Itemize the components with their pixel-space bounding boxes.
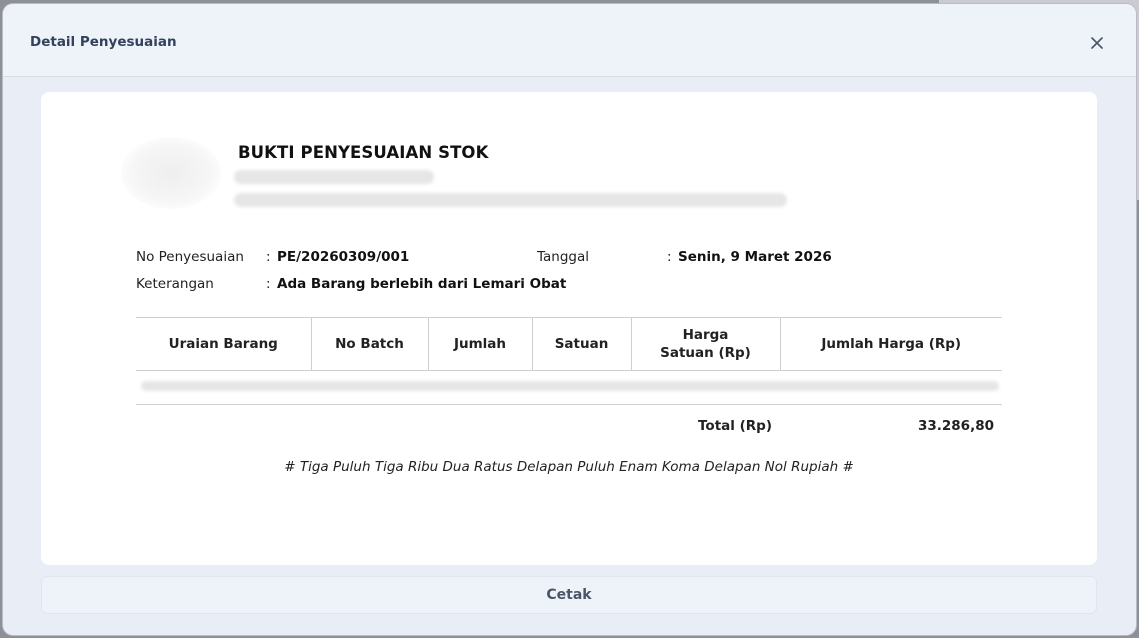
tanggal-value: Senin, 9 Maret 2026 <box>678 249 832 265</box>
no-penyesuaian-label: No Penyesuaian <box>136 249 244 265</box>
table-row <box>136 370 1002 405</box>
colon: : <box>266 249 271 265</box>
keterangan-label: Keterangan <box>136 276 214 292</box>
document-title: BUKTI PENYESUAIAN STOK <box>238 143 489 162</box>
total-row: Total (Rp) 33.286,80 <box>136 405 1002 447</box>
tanggal-label: Tanggal <box>537 249 590 265</box>
total-label: Total (Rp) <box>698 417 772 434</box>
header-no-batch: No Batch <box>311 317 429 371</box>
redacted-row-content <box>141 381 999 391</box>
header-harga-satuan: Harga Satuan (Rp) <box>631 317 781 371</box>
print-button[interactable]: Cetak <box>41 576 1097 614</box>
header-jumlah: Jumlah <box>428 317 533 371</box>
total-value: 33.286,80 <box>917 417 994 434</box>
terbilang-text: # Tiga Puluh Tiga Ribu Dua Ratus Delapan… <box>284 459 854 475</box>
keterangan-value: Ada Barang berlebih dari Lemari Obat <box>277 276 567 292</box>
redacted-company-name <box>234 170 434 184</box>
colon: : <box>667 249 672 265</box>
no-penyesuaian-value: PE/20260309/001 <box>277 249 410 265</box>
modal-header: Detail Penyesuaian <box>3 4 1136 77</box>
header-uraian-barang: Uraian Barang <box>136 317 312 371</box>
header-jumlah-harga: Jumlah Harga (Rp) <box>780 317 1002 371</box>
company-logo <box>121 137 221 209</box>
header-satuan: Satuan <box>532 317 632 371</box>
document-preview: BUKTI PENYESUAIAN STOK No Penyesuaian : … <box>41 92 1097 565</box>
items-table: Uraian Barang No Batch Jumlah Satuan Har… <box>136 317 1002 447</box>
redacted-company-address <box>234 193 787 207</box>
detail-modal: Detail Penyesuaian BUKTI PENYESUAIAN STO… <box>3 4 1136 635</box>
close-icon <box>1091 37 1103 49</box>
close-button[interactable] <box>1086 32 1108 54</box>
modal-title: Detail Penyesuaian <box>30 34 177 50</box>
colon: : <box>266 276 271 292</box>
redacted-row <box>136 370 1002 405</box>
